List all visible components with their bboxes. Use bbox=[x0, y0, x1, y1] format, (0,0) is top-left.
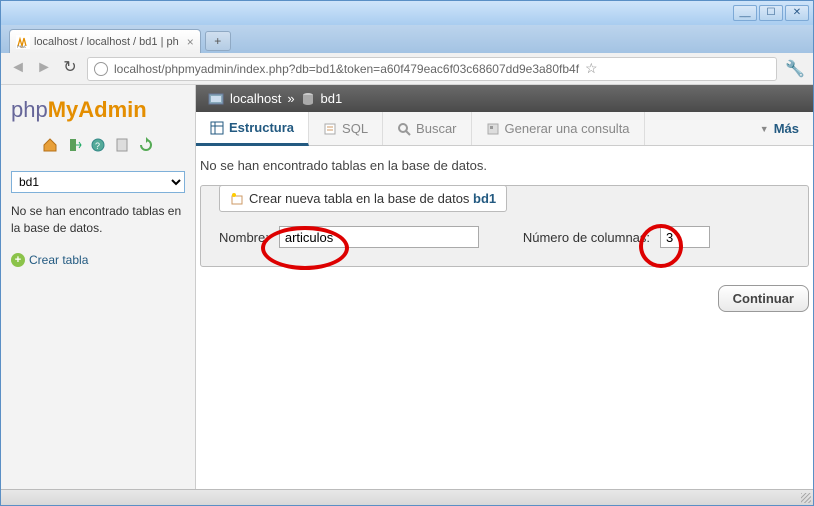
plus-icon: + bbox=[11, 253, 25, 267]
sidebar-no-tables-msg: No se han encontrado tablas en la base d… bbox=[11, 203, 185, 237]
sql-icon bbox=[323, 122, 337, 136]
search-icon bbox=[397, 122, 411, 136]
phpmyadmin-logo: phpMyAdmin bbox=[11, 97, 185, 123]
statusbar bbox=[1, 489, 813, 505]
browser-toolbar: ◄ ► ↻ localhost/phpmyadmin/index.php?db=… bbox=[1, 53, 813, 85]
main-tabs: Estructura SQL Buscar Generar una consul… bbox=[196, 112, 813, 146]
query-icon[interactable]: ? bbox=[90, 137, 106, 153]
window-minimize-button[interactable]: __ bbox=[733, 5, 757, 21]
new-table-icon bbox=[230, 192, 244, 206]
chevron-down-icon: ▼ bbox=[760, 124, 769, 134]
window-titlebar: __ ☐ ✕ bbox=[1, 1, 813, 25]
url-text: localhost/phpmyadmin/index.php?db=bd1&to… bbox=[114, 62, 579, 76]
tab-buscar[interactable]: Buscar bbox=[383, 112, 471, 145]
address-bar[interactable]: localhost/phpmyadmin/index.php?db=bd1&to… bbox=[87, 57, 777, 81]
globe-icon bbox=[94, 62, 108, 76]
home-icon[interactable] bbox=[42, 137, 58, 153]
logout-icon[interactable] bbox=[66, 137, 82, 153]
tab-mas[interactable]: ▼ Más bbox=[746, 112, 813, 145]
create-table-label: Crear tabla bbox=[29, 253, 88, 267]
new-tab-button[interactable]: + bbox=[205, 31, 231, 51]
tab-generar-consulta[interactable]: Generar una consulta bbox=[472, 112, 645, 145]
docs-icon[interactable] bbox=[114, 137, 130, 153]
phpmyadmin-favicon: PMA bbox=[16, 35, 30, 49]
server-icon bbox=[208, 93, 224, 105]
tab-sql[interactable]: SQL bbox=[309, 112, 383, 145]
browser-tab-title: localhost / localhost / bd1 | ph bbox=[34, 36, 179, 48]
database-select[interactable]: bd1 bbox=[11, 171, 185, 193]
window-maximize-button[interactable]: ☐ bbox=[759, 5, 783, 21]
main-panel: localhost » bd1 Estructura SQL Buscar bbox=[196, 85, 813, 505]
svg-text:?: ? bbox=[95, 141, 100, 151]
browser-tabstrip: PMA localhost / localhost / bd1 | ph × + bbox=[1, 25, 813, 53]
breadcrumb-sep: » bbox=[287, 91, 294, 106]
create-table-form: Crear nueva tabla en la base de datos bd… bbox=[200, 185, 809, 267]
reload-nav-icon[interactable] bbox=[138, 137, 154, 153]
settings-wrench-icon[interactable]: 🔧 bbox=[785, 59, 805, 79]
table-name-input[interactable] bbox=[279, 226, 479, 248]
name-label: Nombre: bbox=[219, 230, 269, 245]
browser-tab[interactable]: PMA localhost / localhost / bd1 | ph × bbox=[9, 29, 201, 53]
columns-label: Número de columnas: bbox=[523, 230, 650, 245]
breadcrumb-host[interactable]: localhost bbox=[230, 91, 281, 106]
window-close-button[interactable]: ✕ bbox=[785, 5, 809, 21]
reload-button[interactable]: ↻ bbox=[61, 60, 79, 78]
create-table-link[interactable]: + Crear tabla bbox=[11, 253, 185, 267]
tab-estructura[interactable]: Estructura bbox=[196, 112, 309, 146]
forward-button[interactable]: ► bbox=[35, 60, 53, 78]
tab-close-icon[interactable]: × bbox=[179, 35, 194, 49]
breadcrumb-db[interactable]: bd1 bbox=[321, 91, 343, 106]
sidebar: phpMyAdmin ? bd1 No se han encontrado ta… bbox=[1, 85, 196, 505]
columns-count-input[interactable] bbox=[660, 226, 710, 248]
svg-text:PMA: PMA bbox=[17, 44, 26, 49]
bookmark-star-icon[interactable]: ☆ bbox=[585, 60, 598, 77]
structure-icon bbox=[210, 121, 224, 135]
no-tables-message: No se han encontrado tablas en la base d… bbox=[196, 146, 813, 181]
form-legend: Crear nueva tabla en la base de datos bd… bbox=[219, 185, 507, 212]
database-icon bbox=[301, 92, 315, 106]
query-builder-icon bbox=[486, 122, 500, 136]
breadcrumb: localhost » bd1 bbox=[196, 85, 813, 112]
back-button[interactable]: ◄ bbox=[9, 60, 27, 78]
continue-button[interactable]: Continuar bbox=[718, 285, 809, 312]
